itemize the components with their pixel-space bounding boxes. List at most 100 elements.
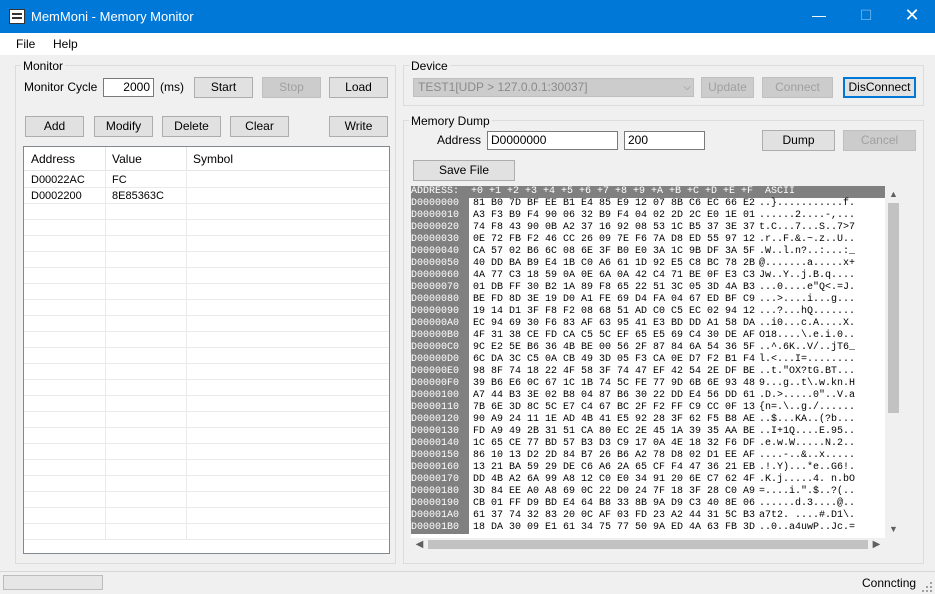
- dump-row: D0000030 0E 72 FB F2 46 CC 26 09 7E F6 7A…: [411, 234, 885, 246]
- dump-hex-bytes: 4F 31 38 CE FD CA C5 5C EF 65 E5 69 C4 3…: [473, 330, 756, 341]
- maximize-button[interactable]: ☐: [843, 0, 889, 33]
- start-button[interactable]: Start: [194, 77, 253, 98]
- cell-value: [105, 236, 187, 252]
- column-address[interactable]: Address: [24, 147, 106, 171]
- table-row[interactable]: D00022AC FC: [24, 172, 389, 188]
- dump-hex-bytes: DD 4B A2 6A 99 A8 12 C0 E0 34 91 20 6E C…: [473, 474, 756, 485]
- disconnect-button[interactable]: DisConnect: [843, 77, 916, 98]
- menu-help[interactable]: Help: [53, 37, 78, 51]
- dump-hex-bytes: 1C 65 CE 77 BD 57 B3 D3 C9 17 0A 4E 18 3…: [473, 438, 756, 449]
- modify-button[interactable]: Modify: [94, 116, 153, 137]
- app-icon: [9, 9, 25, 24]
- device-select[interactable]: TEST1[UDP > 127.0.0.1:30037] ⌵: [413, 78, 694, 97]
- dump-row: D0000010 A3 F3 B9 F4 90 06 32 B9 F4 04 02…: [411, 210, 885, 222]
- dump-ascii-text: ...?...hQ.......: [759, 306, 856, 317]
- cell-symbol: [186, 460, 389, 476]
- dump-size-input[interactable]: 200: [624, 131, 705, 150]
- dump-ascii-text: .W..l.n?..:...:_: [759, 246, 856, 257]
- dump-address-cell: D0000080: [411, 294, 469, 306]
- close-button[interactable]: ✕: [889, 0, 935, 33]
- dump-horizontal-scrollbar[interactable]: ◀ ▶: [411, 538, 885, 551]
- dump-ascii-text: ..t."OX?tG.BT...: [759, 366, 856, 377]
- cell-symbol: [186, 476, 389, 492]
- dump-hex-bytes: 9C E2 5E B6 36 4B BE 00 56 2F 87 84 6A 5…: [473, 342, 756, 353]
- vertical-scroll-thumb[interactable]: [888, 203, 899, 413]
- scroll-right-icon[interactable]: ▶: [868, 538, 885, 551]
- dump-ascii-text: .e.w.W.....N.2..: [759, 438, 856, 449]
- resize-grip-icon[interactable]: [921, 581, 933, 593]
- dump-vertical-scrollbar[interactable]: ▲ ▼: [885, 186, 902, 538]
- minimize-button[interactable]: —: [796, 0, 842, 33]
- dump-hex-bytes: 39 B6 E6 0C 67 1C 1B 74 5C FE 77 9D 6B 6…: [473, 378, 756, 389]
- dump-address-cell: D0000100: [411, 390, 469, 402]
- update-button[interactable]: Update: [701, 77, 754, 98]
- dump-address-label: Address: [437, 133, 482, 147]
- load-button[interactable]: Load: [329, 77, 388, 98]
- add-button[interactable]: Add: [25, 116, 84, 137]
- scroll-up-icon[interactable]: ▲: [885, 186, 902, 203]
- dump-row: D0000190 CB 01 FF D9 BD E4 64 B8 33 8B 9A…: [411, 498, 885, 510]
- write-button[interactable]: Write: [329, 116, 388, 137]
- status-bar: Conncting: [0, 571, 935, 594]
- dump-ascii-text: .!.Y)...*e..G6!.: [759, 462, 856, 473]
- connect-button[interactable]: Connect: [762, 77, 833, 98]
- save-file-button[interactable]: Save File: [413, 160, 515, 181]
- cancel-button[interactable]: Cancel: [843, 130, 916, 151]
- empty-row: [24, 444, 389, 460]
- dump-ascii-text: O18....\.e.i.0..: [759, 330, 856, 341]
- cell-address: [24, 508, 106, 524]
- empty-row: [24, 252, 389, 268]
- cell-address: [24, 252, 106, 268]
- column-value[interactable]: Value: [105, 147, 187, 171]
- dump-hex-bytes: 18 DA 30 09 E1 61 34 75 77 50 9A ED 4A 6…: [473, 522, 756, 533]
- cell-address: D0002200: [24, 188, 106, 204]
- dump-hex-bytes: 90 A9 24 11 1E AD 4B 41 E5 92 28 3F 62 F…: [473, 414, 756, 425]
- empty-row: [24, 316, 389, 332]
- clear-button[interactable]: Clear: [230, 116, 289, 137]
- cell-address: [24, 492, 106, 508]
- horizontal-scroll-thumb[interactable]: [428, 540, 868, 549]
- dump-ascii-text: .D.>.....0"..V.a: [759, 390, 856, 401]
- memory-dump-view[interactable]: ADDRESS: +0 +1 +2 +3 +4 +5 +6 +7 +8 +9 +…: [411, 186, 885, 538]
- dump-button[interactable]: Dump: [762, 130, 835, 151]
- scroll-down-icon[interactable]: ▼: [885, 521, 902, 538]
- dump-ascii-text: ..i0...c.A....X.: [759, 318, 856, 329]
- dump-ascii-text: ...0....e"Q<.=J.: [759, 282, 856, 293]
- dump-hex-bytes: 3D 84 EE A0 A8 69 0C 22 D0 24 7F 18 3F 2…: [473, 486, 756, 497]
- dump-row: D0000040 CA 57 02 B6 6C 08 6E 3F B0 E0 3A…: [411, 246, 885, 258]
- dump-row: D00000A0 EC 94 69 30 F6 83 AF 63 95 41 E3…: [411, 318, 885, 330]
- dump-row: D0000120 90 A9 24 11 1E AD 4B 41 E5 92 28…: [411, 414, 885, 426]
- column-symbol[interactable]: Symbol: [186, 147, 389, 171]
- dump-hex-bytes: CA 57 02 B6 6C 08 6E 3F B0 E0 3A 1C 9B D…: [473, 246, 756, 257]
- dump-ascii-text: ...>....i...g...: [759, 294, 856, 305]
- dump-row: D0000050 40 DD BA B9 E4 1B C0 A6 61 1D 92…: [411, 258, 885, 270]
- dump-row: D0000140 1C 65 CE 77 BD 57 B3 D3 C9 17 0A…: [411, 438, 885, 450]
- dump-row: D00000E0 98 8F 74 18 22 4F 58 3F 74 47 EF…: [411, 366, 885, 378]
- monitor-cycle-input[interactable]: 2000: [103, 78, 154, 97]
- cell-address: [24, 364, 106, 380]
- menu-file[interactable]: File: [16, 37, 35, 51]
- dump-row: D0000110 7B 6E 3D 8C 5C E7 C4 67 BC 2F F2…: [411, 402, 885, 414]
- dump-hex-bytes: 19 14 D1 3F F8 F2 08 68 51 AD C0 C5 EC 0…: [473, 306, 756, 317]
- cell-address: D00022AC: [24, 172, 106, 188]
- scroll-left-icon[interactable]: ◀: [411, 538, 428, 551]
- stop-button[interactable]: Stop: [262, 77, 321, 98]
- cell-address: [24, 220, 106, 236]
- cell-value: [105, 508, 187, 524]
- dump-hex-bytes: FD A9 49 2B 31 51 CA 80 EC 2E 45 1A 39 3…: [473, 426, 756, 437]
- dump-ascii-text: .r..F.&.~.z..U..: [759, 234, 856, 245]
- delete-button[interactable]: Delete: [162, 116, 221, 137]
- cell-symbol: [186, 188, 389, 204]
- cell-address: [24, 284, 106, 300]
- empty-row: [24, 268, 389, 284]
- dump-ascii-text: =....i.".$..?(..: [759, 486, 856, 497]
- empty-row: [24, 508, 389, 524]
- monitor-list[interactable]: Address Value Symbol D00022AC FC D0002200 8…: [23, 146, 390, 554]
- table-row[interactable]: D0002200 8E85363C: [24, 188, 389, 204]
- empty-row: [24, 492, 389, 508]
- dump-hex-bytes: 4A 77 C3 18 59 0A 0E 6A 0A 42 C4 71 BE 0…: [473, 270, 756, 281]
- empty-row: [24, 396, 389, 412]
- dump-address-input[interactable]: D0000000: [487, 131, 618, 150]
- cell-symbol: [186, 316, 389, 332]
- cell-value: [105, 220, 187, 236]
